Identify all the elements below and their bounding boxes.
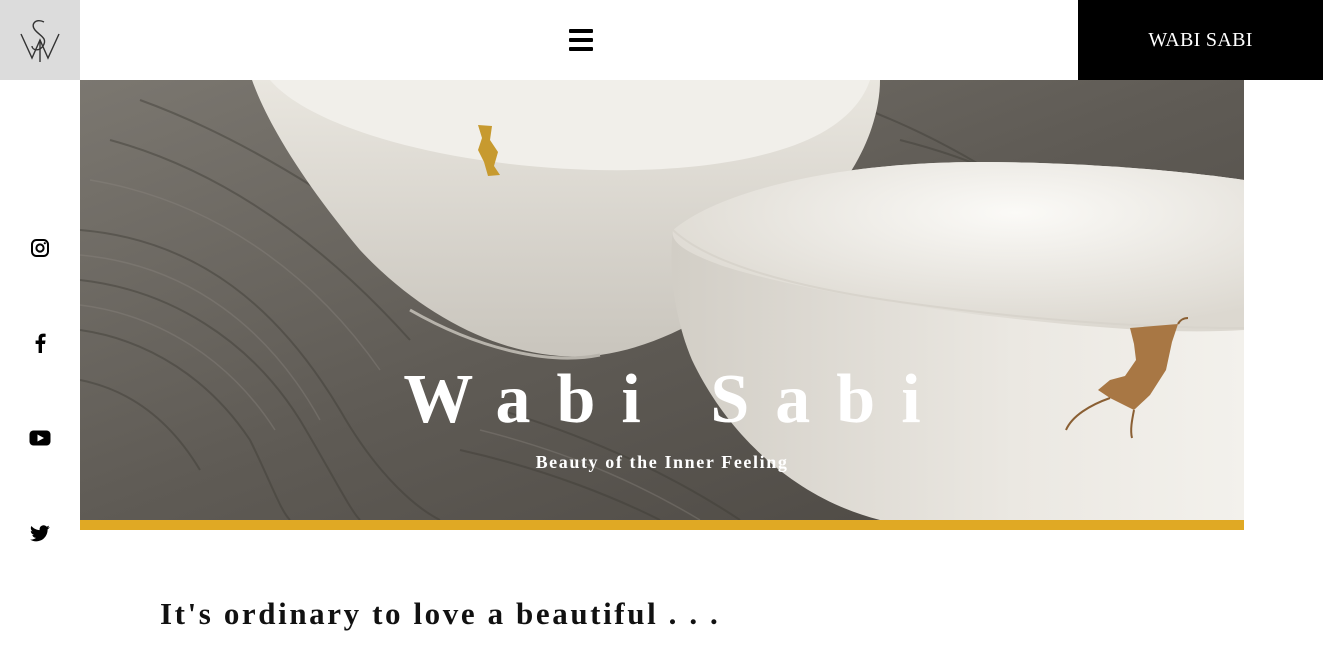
social-sidebar (0, 80, 80, 668)
hero-subtitle: Beauty of the Inner Feeling (535, 452, 789, 472)
brand-label: WABI SABI (1148, 28, 1253, 51)
accent-divider (80, 520, 1244, 530)
hero-title: Wabi Sabi (403, 361, 947, 438)
twitter-icon[interactable] (28, 521, 52, 545)
hamburger-menu-icon[interactable] (569, 29, 593, 51)
top-navigation-bar (80, 0, 1078, 80)
youtube-icon[interactable] (28, 426, 52, 450)
logo[interactable] (0, 0, 80, 80)
brand-button[interactable]: WABI SABI (1078, 0, 1323, 80)
intro-heading: It's ordinary to love a beautiful . . . (160, 596, 721, 631)
hero-banner: Wabi Sabi Beauty of the Inner Feeling (80, 80, 1244, 520)
facebook-icon[interactable] (28, 331, 52, 355)
instagram-icon[interactable] (28, 236, 52, 260)
ws-monogram-logo (20, 20, 60, 62)
